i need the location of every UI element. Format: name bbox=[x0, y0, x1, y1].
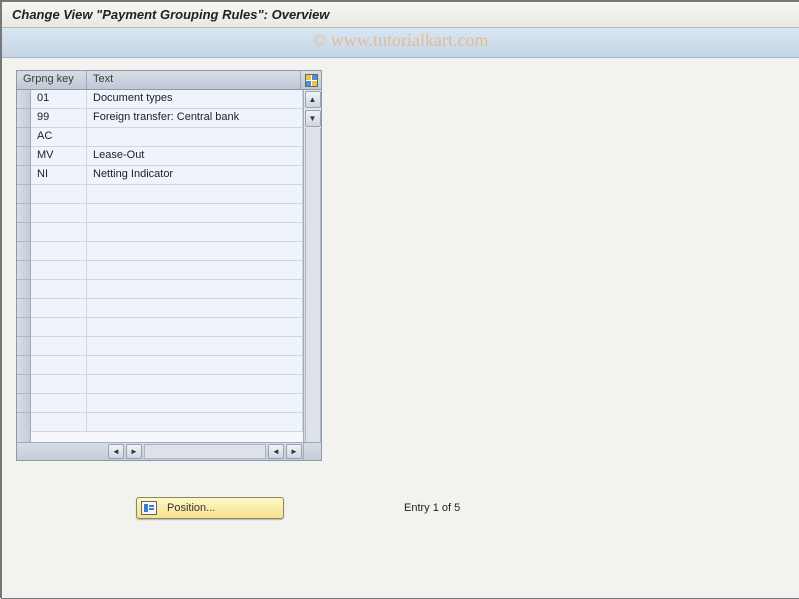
column-header-grpng-key[interactable]: Grpng key bbox=[17, 71, 87, 89]
scroll-down-button[interactable]: ▼ bbox=[305, 110, 321, 127]
page-title: Change View "Payment Grouping Rules": Ov… bbox=[2, 2, 799, 28]
triangle-up-icon: ▲ bbox=[309, 95, 317, 104]
table-row-empty[interactable] bbox=[31, 204, 303, 223]
table-row-empty[interactable] bbox=[31, 261, 303, 280]
cell-text[interactable]: Netting Indicator bbox=[87, 166, 303, 184]
table-row-empty[interactable] bbox=[31, 337, 303, 356]
cell-grpng-key[interactable]: MV bbox=[31, 147, 87, 165]
scroll-up-button[interactable]: ▲ bbox=[305, 91, 321, 108]
row-selector-gutter[interactable] bbox=[17, 90, 31, 442]
table-row-empty[interactable] bbox=[31, 356, 303, 375]
table-row[interactable]: NI Netting Indicator bbox=[31, 166, 303, 185]
cell-text[interactable] bbox=[87, 128, 303, 146]
table-configure-button[interactable] bbox=[301, 71, 321, 89]
triangle-right-icon: ► bbox=[290, 447, 298, 456]
table-row[interactable]: 01 Document types bbox=[31, 90, 303, 109]
table-row-empty[interactable] bbox=[31, 242, 303, 261]
column-header-text[interactable]: Text bbox=[87, 71, 301, 89]
table-row-empty[interactable] bbox=[31, 223, 303, 242]
table-row-empty[interactable] bbox=[31, 185, 303, 204]
position-icon bbox=[141, 501, 157, 515]
triangle-right-icon: ► bbox=[130, 447, 138, 456]
table-row[interactable]: 99 Foreign transfer: Central bank bbox=[31, 109, 303, 128]
table-row-empty[interactable] bbox=[31, 375, 303, 394]
triangle-down-icon: ▼ bbox=[309, 114, 317, 123]
table-row-empty[interactable] bbox=[31, 413, 303, 432]
horizontal-scroll-track[interactable] bbox=[144, 444, 266, 459]
cell-grpng-key[interactable]: NI bbox=[31, 166, 87, 184]
table-row[interactable]: AC bbox=[31, 128, 303, 147]
horizontal-scrollbar[interactable]: ◄ ► ◄ ► bbox=[17, 442, 321, 460]
table-settings-icon bbox=[305, 74, 318, 87]
entry-counter: Entry 1 of 5 bbox=[404, 502, 460, 514]
grouping-rules-table: Grpng key Text 01 bbox=[16, 70, 322, 461]
table-row-empty[interactable] bbox=[31, 394, 303, 413]
cell-text[interactable]: Foreign transfer: Central bank bbox=[87, 109, 303, 127]
table-row-empty[interactable] bbox=[31, 280, 303, 299]
position-button[interactable]: Position... bbox=[136, 497, 284, 519]
position-button-label: Position... bbox=[167, 502, 215, 514]
triangle-left-icon: ◄ bbox=[112, 447, 120, 456]
vertical-scroll-track[interactable] bbox=[305, 128, 321, 442]
cell-grpng-key[interactable]: AC bbox=[31, 128, 87, 146]
table-rows-area: 01 Document types 99 Foreign transfer: C… bbox=[31, 90, 303, 442]
cell-grpng-key[interactable]: 99 bbox=[31, 109, 87, 127]
application-toolbar bbox=[2, 28, 799, 58]
cell-text[interactable]: Document types bbox=[87, 90, 303, 108]
table-row[interactable]: MV Lease-Out bbox=[31, 147, 303, 166]
cell-grpng-key[interactable]: 01 bbox=[31, 90, 87, 108]
vertical-scrollbar[interactable]: ▲ ▼ bbox=[303, 90, 321, 442]
cell-text[interactable]: Lease-Out bbox=[87, 147, 303, 165]
scroll-left-button[interactable]: ◄ bbox=[108, 444, 124, 459]
table-header-row: Grpng key Text bbox=[17, 71, 321, 90]
table-row-empty[interactable] bbox=[31, 318, 303, 337]
table-row-empty[interactable] bbox=[31, 299, 303, 318]
scroll-right-button[interactable]: ► bbox=[126, 444, 142, 459]
triangle-left-icon: ◄ bbox=[272, 447, 280, 456]
scroll-right-end-button[interactable]: ► bbox=[286, 444, 302, 459]
scroll-left-end-button[interactable]: ◄ bbox=[268, 444, 284, 459]
